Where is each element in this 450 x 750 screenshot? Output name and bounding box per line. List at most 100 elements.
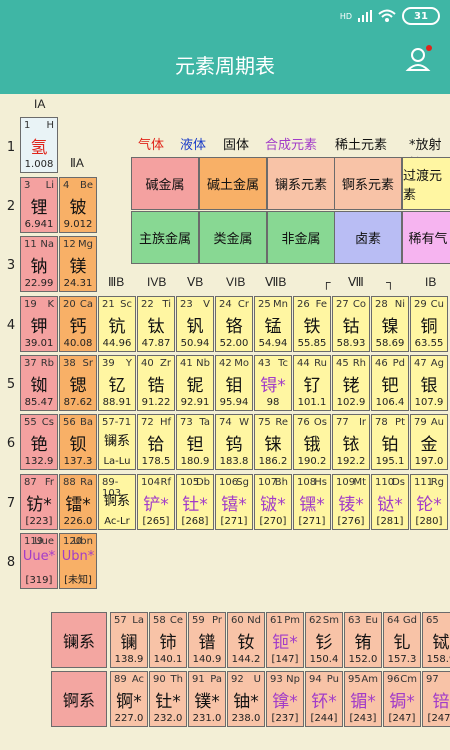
element-cell-Li[interactable]: 3 Li 锂 6.941	[20, 177, 58, 233]
element-name: 铁	[303, 317, 321, 337]
element-cell-Cs[interactable]: 55 Cs 铯 132.9	[20, 414, 58, 470]
atomic-mass: 44.96	[102, 338, 132, 349]
element-cell-Re[interactable]: 75 Re 铼 186.2	[254, 414, 292, 470]
element-symbol: Ti	[162, 299, 171, 310]
element-name: 镅*	[350, 692, 376, 712]
element-cell-Ca[interactable]: 20 Ca 钙 40.08	[59, 296, 97, 352]
element-symbol: Fe	[315, 299, 327, 310]
atomic-number: 93	[270, 674, 283, 685]
element-name: 铽	[432, 633, 450, 653]
element-cell-V[interactable]: 23 V 钒 50.94	[176, 296, 214, 352]
lanthanide-cell-63[interactable]: 63 Eu 铕 152.0	[344, 612, 382, 668]
atomic-number: 109	[336, 477, 356, 488]
atomic-number: 57	[114, 615, 127, 626]
element-cell-Ir[interactable]: 77 Ir 铱 192.2	[332, 414, 370, 470]
element-cell-K[interactable]: 19 K 钾 39.01	[20, 296, 58, 352]
atomic-number: 62	[309, 615, 322, 626]
atomic-mass: [未知]	[64, 575, 92, 586]
legend-state-3: 合成元素	[265, 138, 318, 153]
atomic-mass: 140.9	[192, 654, 222, 665]
atomic-number: 24	[219, 299, 232, 310]
element-cell-Au[interactable]: 79 Au 金 197.0	[410, 414, 448, 470]
element-cell-Be[interactable]: 4 Be 铍 9.012	[59, 177, 97, 233]
element-cell-Ti[interactable]: 22 Ti 钛 47.87	[137, 296, 175, 352]
element-name: 𬭶*	[299, 495, 325, 515]
atomic-mass: 50.94	[180, 338, 210, 349]
element-cell-Rf[interactable]: 104 Rf 铲* [265]	[137, 474, 175, 530]
element-cell-Rb[interactable]: 37 Rb 铷 85.47	[20, 355, 58, 411]
element-cell-Uue[interactable]: 119 Uue Uue* [319]	[20, 533, 58, 589]
element-cell-Ru[interactable]: 44 Ru 钌 101.1	[293, 355, 331, 411]
element-cell-Db[interactable]: 105 Db 钍* [268]	[176, 474, 214, 530]
element-cell-Pt[interactable]: 78 Pt 铂 195.1	[371, 414, 409, 470]
atomic-number: 74	[219, 417, 232, 428]
element-cell-Ds[interactable]: 110 Ds 𫟼* [281]	[371, 474, 409, 530]
lanthanide-series-label: 镧系	[51, 612, 107, 668]
actinide-cell-90[interactable]: 90 Th 钍* 232.0	[149, 671, 187, 727]
legend-category-8: 卤素	[334, 211, 402, 264]
lanthanide-cell-57[interactable]: 57 La 镧 138.9	[110, 612, 148, 668]
element-cell-Rh[interactable]: 45 Rh 铑 102.9	[332, 355, 370, 411]
actinide-cell-89[interactable]: 89 Ac 锕* 227.0	[110, 671, 148, 727]
lanthanide-cell-65[interactable]: 65 铽158.9	[422, 612, 450, 668]
lanthanide-cell-58[interactable]: 58 Ce 铈 140.1	[149, 612, 187, 668]
element-cell-Cr[interactable]: 24 Cr 铬 52.00	[215, 296, 253, 352]
element-cell-Os[interactable]: 76 Os 锇 190.2	[293, 414, 331, 470]
element-cell-Fr[interactable]: 87 Fr 钫* [223]	[20, 474, 58, 530]
actinide-cell-92[interactable]: 92 U 铀* 238.0	[227, 671, 265, 727]
element-cell-Hs[interactable]: 108 Hs 𬭶* [271]	[293, 474, 331, 530]
element-cell-Y[interactable]: 39 Y 钇 88.91	[98, 355, 136, 411]
lanthanide-cell-64[interactable]: 64 Gd 钆 157.3	[383, 612, 421, 668]
atomic-mass: 152.0	[348, 654, 378, 665]
element-cell-Mo[interactable]: 42 Mo 钼 95.94	[215, 355, 253, 411]
actinide-cell-91[interactable]: 91 Pa 镤* 231.0	[188, 671, 226, 727]
lanthanide-cell-59[interactable]: 59 Pr 镨 140.9	[188, 612, 226, 668]
element-cell-Sr[interactable]: 38 Sr 锶 87.62	[59, 355, 97, 411]
profile-icon[interactable]	[404, 44, 434, 74]
element-cell-Ni[interactable]: 28 Ni 镍 58.69	[371, 296, 409, 352]
element-cell-Bh[interactable]: 107 Bh 𬭛* [270]	[254, 474, 292, 530]
element-cell-Ra[interactable]: 88 Ra 镭* 226.0	[59, 474, 97, 530]
lanthanide-cell-61[interactable]: 61 Pm 钷* [147]	[266, 612, 304, 668]
element-cell-Hf[interactable]: 72 Hf 铪 178.5	[137, 414, 175, 470]
element-cell-Zr[interactable]: 40 Zr 锆 91.22	[137, 355, 175, 411]
element-cell-Ba[interactable]: 56 Ba 钡 137.3	[59, 414, 97, 470]
actinide-cell-97[interactable]: 97 锫[247]	[422, 671, 450, 727]
atomic-mass: 101.1	[297, 397, 327, 408]
element-cell-Na[interactable]: 11 Na 钠 22.99	[20, 236, 58, 292]
element-cell-W[interactable]: 74 W 钨 183.8	[215, 414, 253, 470]
lanthanide-cell-62[interactable]: 62 Sm 钐 150.4	[305, 612, 343, 668]
lanthanide-cell-60[interactable]: 60 Nd 钕 144.2	[227, 612, 265, 668]
element-cell-Rg[interactable]: 111 Rg 𬬭* [280]	[410, 474, 448, 530]
element-cell-Ag[interactable]: 47 Ag 银 107.9	[410, 355, 448, 411]
actinide-cell-95[interactable]: 95 Am 镅* [243]	[344, 671, 382, 727]
element-cell-Pd[interactable]: 46 Pd 钯 106.4	[371, 355, 409, 411]
element-cell-Mt[interactable]: 109 Mt 鿏* [276]	[332, 474, 370, 530]
element-cell-Tc[interactable]: 43 Tc 锝* 98	[254, 355, 292, 411]
element-cell-89-103[interactable]: 89-103 锕系 Ac-Lr	[98, 474, 136, 530]
element-cell-Fe[interactable]: 26 Fe 铁 55.85	[293, 296, 331, 352]
element-name: 锫	[432, 692, 450, 712]
atomic-mass: [147]	[271, 654, 299, 665]
element-cell-Sc[interactable]: 21 Sc 钪 44.96	[98, 296, 136, 352]
actinide-cell-93[interactable]: 93 Np 镎* [237]	[266, 671, 304, 727]
element-cell-Nb[interactable]: 41 Nb 铌 92.91	[176, 355, 214, 411]
element-cell-57-71[interactable]: 57-71 镧系 La-Lu	[98, 414, 136, 470]
element-cell-Cu[interactable]: 29 Cu 铜 63.55	[410, 296, 448, 352]
actinide-cell-96[interactable]: 96 Cm 锔* [247]	[383, 671, 421, 727]
element-name: 锔*	[389, 692, 415, 712]
atomic-number: 3	[24, 180, 31, 191]
element-cell-H[interactable]: 1 H 氢 1.008	[20, 117, 58, 173]
atomic-number: 108	[297, 477, 317, 488]
element-cell-Co[interactable]: 27 Co 钴 58.93	[332, 296, 370, 352]
actinide-cell-94[interactable]: 94 Pu 钚* [244]	[305, 671, 343, 727]
element-symbol: U	[253, 674, 261, 685]
period-label-4: 4	[6, 318, 16, 333]
element-cell-Sg[interactable]: 106 Sg 𬭳* [271]	[215, 474, 253, 530]
element-cell-Ta[interactable]: 73 Ta 钽 180.9	[176, 414, 214, 470]
element-cell-Ubn[interactable]: 120 Ubn Ubn* [未知]	[59, 533, 97, 589]
element-cell-Mn[interactable]: 25 Mn 锰 54.94	[254, 296, 292, 352]
element-cell-Mg[interactable]: 12 Mg 镁 24.31	[59, 236, 97, 292]
element-name: 钆	[393, 633, 411, 653]
atomic-mass: 39.01	[24, 338, 54, 349]
